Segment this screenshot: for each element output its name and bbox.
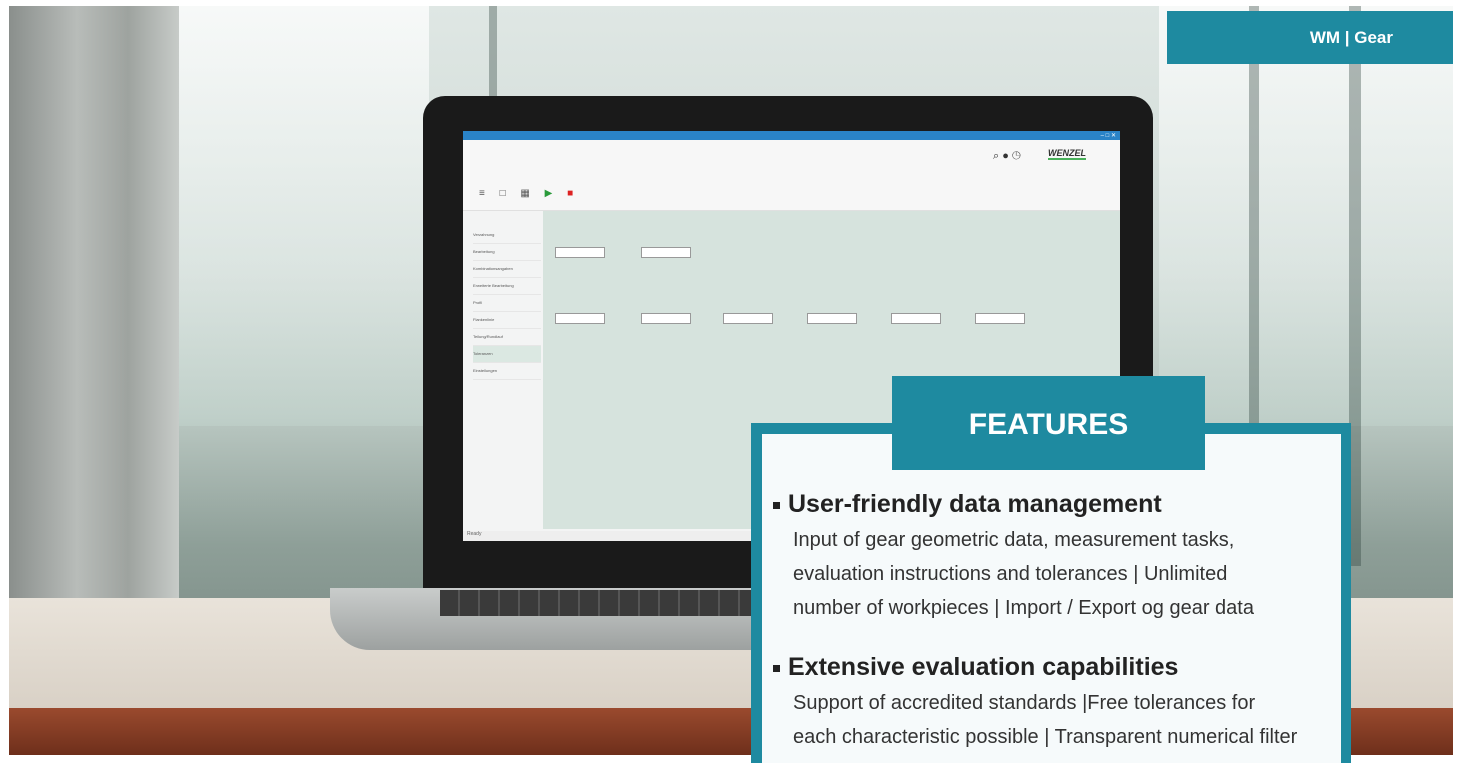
feature-description: Support of accredited standards |Free to… xyxy=(793,692,1298,748)
sidebar-item[interactable]: Teilung/Rundlauf xyxy=(473,329,541,346)
dropdown-field[interactable] xyxy=(641,313,691,324)
sidebar-item[interactable]: Kombinationsangaben xyxy=(473,261,541,278)
sidebar-item[interactable]: Profil xyxy=(473,295,541,312)
window-pane xyxy=(169,6,429,426)
sidebar-item[interactable]: Verzahnung xyxy=(473,227,541,244)
product-badge: WM | Gear xyxy=(1167,11,1453,64)
feature-item: Extensive evaluation capabilities Suppor… xyxy=(773,652,1343,754)
window-pane xyxy=(1159,6,1453,426)
feature-heading: Extensive evaluation capabilities xyxy=(773,652,1343,682)
app-toolbar: ≡ □ ▦ ▶ ■ xyxy=(479,188,579,199)
header-icons[interactable]: ⌕ ● ◷ xyxy=(993,150,1021,163)
sidebar-item[interactable]: Bearbeitung xyxy=(473,244,541,261)
play-icon[interactable]: ▶ xyxy=(545,188,559,199)
window-controls[interactable]: – □ ✕ xyxy=(1101,132,1116,139)
bullet-icon xyxy=(773,664,780,672)
bullet-icon xyxy=(773,501,780,509)
features-title: FEATURES xyxy=(892,376,1205,470)
sidebar-item-active[interactable]: Toleranzen xyxy=(473,346,541,363)
sidebar-item[interactable]: Flankenlinie xyxy=(473,312,541,329)
feature-heading: User-friendly data management xyxy=(773,489,1343,519)
app-sidebar: Verzahnung Bearbeitung Kombinationsangab… xyxy=(473,227,541,380)
dropdown-field[interactable] xyxy=(555,313,605,324)
curtain xyxy=(9,6,179,606)
stop-icon[interactable]: ■ xyxy=(567,188,579,199)
laptop-keyboard xyxy=(440,590,760,616)
feature-item: User-friendly data management Input of g… xyxy=(773,489,1343,625)
app-titlebar: – □ ✕ xyxy=(463,131,1120,140)
app-header: ⌕ ● ◷ WENZEL ≡ □ ▦ ▶ ■ xyxy=(463,140,1120,211)
toolbar-icons[interactable]: ≡ □ ▦ xyxy=(479,188,536,199)
sidebar-item[interactable]: Erweiterte Bearbeitung xyxy=(473,278,541,295)
feature-description: Input of gear geometric data, measuremen… xyxy=(793,529,1254,619)
dropdown-field[interactable] xyxy=(975,313,1025,324)
dropdown-field[interactable] xyxy=(891,313,941,324)
dropdown-field[interactable] xyxy=(807,313,857,324)
dropdown-field[interactable] xyxy=(723,313,773,324)
sidebar-item[interactable]: Einstellungen xyxy=(473,363,541,380)
dropdown-field[interactable] xyxy=(641,247,691,258)
wenzel-logo: WENZEL xyxy=(1048,148,1086,160)
dropdown-field[interactable] xyxy=(555,247,605,258)
